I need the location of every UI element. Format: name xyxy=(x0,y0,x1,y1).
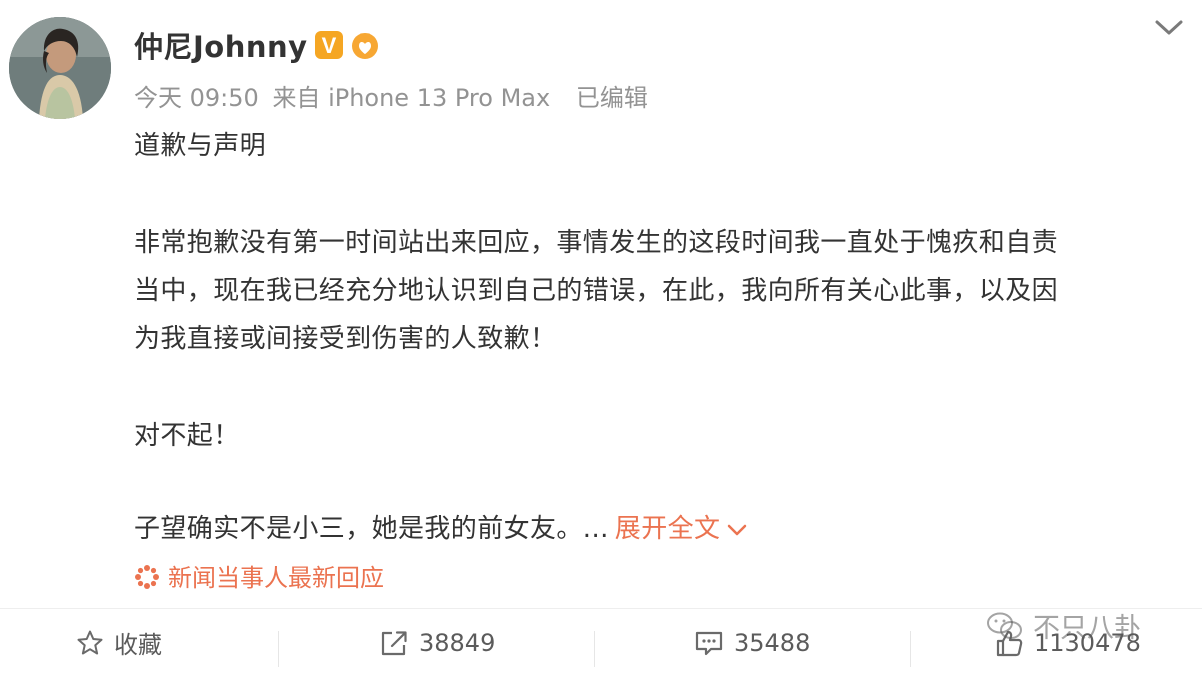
watermark: 不只八卦 xyxy=(985,606,1141,645)
footer-separator xyxy=(278,631,279,667)
repost-count: 38849 xyxy=(419,628,496,657)
topic-label: 新闻当事人最新回应 xyxy=(168,564,384,592)
username[interactable]: 仲尼Johnny xyxy=(134,24,308,66)
edited-label[interactable]: 已编辑 xyxy=(576,84,648,112)
topic-flower-icon xyxy=(135,565,159,589)
post-text-line: 子望确实不是小三，她是我的前女友。... xyxy=(134,514,609,544)
repost-icon xyxy=(381,630,407,655)
chevron-down-icon[interactable] xyxy=(726,523,748,537)
footer-separator xyxy=(910,631,911,667)
post-time[interactable]: 今天 09:50 xyxy=(134,84,259,112)
post-text-line: 为我直接或间接受到伤害的人致歉！ xyxy=(134,324,557,354)
favorite-button[interactable]: 收藏 xyxy=(76,609,162,676)
post-text-line: 当中，现在我已经充分地认识到自己的错误，在此，我向所有关心此事，以及因 xyxy=(134,276,1059,306)
footer-separator xyxy=(594,631,595,667)
post-text-line: 对不起！ xyxy=(134,421,240,451)
comment-button[interactable]: 35488 xyxy=(694,609,810,676)
post-text-line: 非常抱歉没有第一时间站出来回应，事情发生的这段时间我一直处于愧疚和自责 xyxy=(134,228,1059,258)
post-source: 来自 iPhone 13 Pro Max xyxy=(272,84,551,112)
post-title: 道歉与声明 xyxy=(134,131,267,161)
avatar[interactable] xyxy=(9,17,111,119)
expand-full-text-link[interactable]: 展开全文 xyxy=(615,514,721,544)
weibo-post: 仲尼Johnny V 今天 09:50 来自 iPhone 13 Pro Max… xyxy=(0,0,1202,676)
star-icon xyxy=(77,630,103,654)
fan-badge-icon[interactable] xyxy=(349,29,381,61)
chevron-down-icon[interactable] xyxy=(1152,16,1186,40)
topic-link[interactable]: 新闻当事人最新回应 xyxy=(134,558,384,593)
favorite-label: 收藏 xyxy=(114,631,162,659)
post-meta: 今天 09:50 来自 iPhone 13 Pro Max 已编辑 xyxy=(134,78,654,113)
verified-v-icon: V xyxy=(315,31,343,59)
comment-icon xyxy=(695,631,723,655)
comment-count: 35488 xyxy=(734,628,811,657)
watermark-text: 不只八卦 xyxy=(1033,613,1141,644)
post-text-last: 子望确实不是小三，她是我的前女友。... 展开全文 xyxy=(134,508,748,545)
svg-text:V: V xyxy=(322,33,337,58)
wechat-icon xyxy=(987,612,1022,639)
repost-button[interactable]: 38849 xyxy=(379,609,495,676)
